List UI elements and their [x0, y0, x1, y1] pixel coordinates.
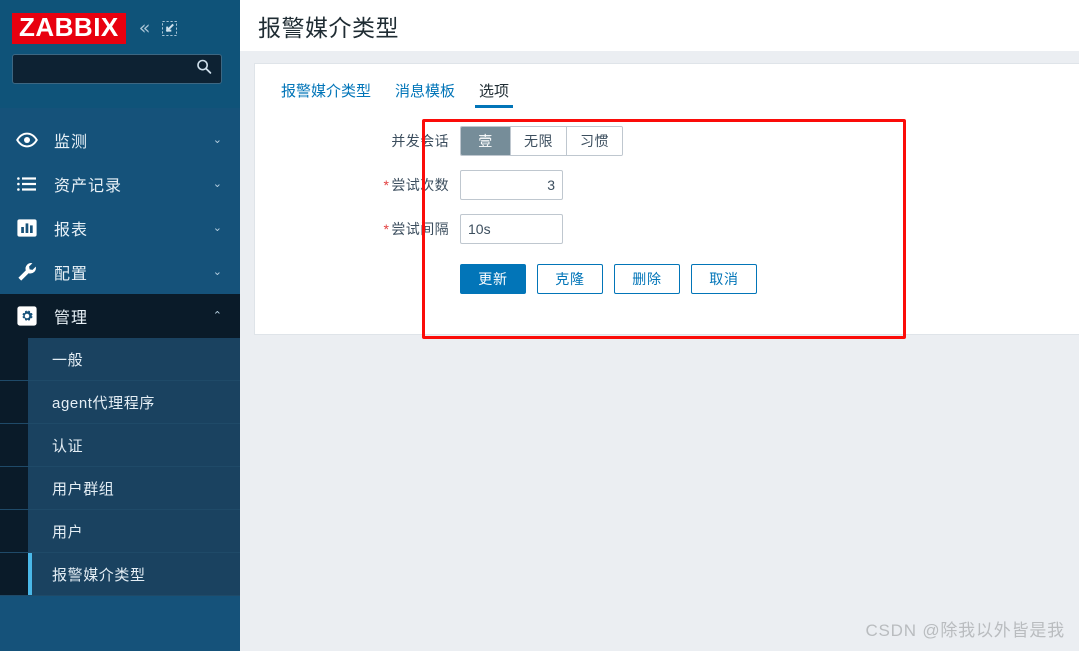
search-box[interactable] [12, 54, 222, 84]
seg-option-custom[interactable]: 习惯 [567, 127, 622, 155]
chevron-down-icon[interactable]: ⌄ [213, 178, 222, 190]
watermark: CSDN @除我以外皆是我 [865, 621, 1065, 640]
required-asterisk: * [383, 177, 390, 193]
sidebar-item-inventory[interactable]: 资产记录 ⌄ [0, 162, 240, 206]
sidebar-subitem-label: agent代理程序 [52, 394, 155, 412]
content-area: 报警媒介类型 消息模板 选项 并发会话 壹 无限 习惯 * 尝试次数 3 * 尝… [240, 52, 1079, 335]
concurrent-sessions-segmented-control[interactable]: 壹 无限 习惯 [460, 126, 623, 156]
sidebar-item-monitoring[interactable]: 监测 ⌄ [0, 118, 240, 162]
attempts-input[interactable] [460, 170, 563, 200]
sidebar-subitem-media-types[interactable]: 报警媒介类型 [0, 553, 240, 596]
sidebar-item-administration[interactable]: 管理 ⌃ [0, 294, 240, 338]
chart-icon [14, 215, 40, 241]
app-root: ZABBIX « 监测 ⌄ 资产记录 ⌄ 报表 ⌄ 配置 ⌄ 管理 ⌃ 一般 a… [0, 0, 1079, 651]
sidebar-item-label: 配置 [54, 266, 89, 283]
sidebar-nav: 监测 ⌄ 资产记录 ⌄ 报表 ⌄ 配置 ⌄ 管理 ⌃ 一般 agent代理程序 … [0, 108, 240, 596]
attempts-label: * 尝试次数 [255, 175, 460, 195]
sidebar-subitem-label: 用户 [52, 523, 84, 541]
search-wrap [0, 48, 240, 84]
sidebar-item-reports[interactable]: 报表 ⌄ [0, 206, 240, 250]
tab-media-type[interactable]: 报警媒介类型 [269, 84, 383, 108]
sidebar-item-label: 监测 [54, 134, 89, 151]
media-type-card: 报警媒介类型 消息模板 选项 并发会话 壹 无限 习惯 * 尝试次数 3 * 尝… [254, 63, 1079, 335]
sidebar-item-configuration[interactable]: 配置 ⌄ [0, 250, 240, 294]
attempt-interval-input[interactable] [460, 214, 563, 244]
page-header: 报警媒介类型 [240, 0, 1079, 52]
tab-message-templates[interactable]: 消息模板 [383, 84, 467, 108]
sidebar-submenu-administration: 一般 agent代理程序 认证 用户群组 用户 报警媒介类型 [0, 338, 240, 596]
sidebar-item-label: 资产记录 [54, 178, 123, 195]
attempts-label-text: 尝试次数 [391, 177, 449, 193]
logo-row: ZABBIX « [0, 0, 240, 48]
wrench-icon [14, 259, 40, 285]
compact-view-icon[interactable] [162, 21, 178, 36]
sidebar: ZABBIX « 监测 ⌄ 资产记录 ⌄ 报表 ⌄ 配置 ⌄ 管理 ⌃ 一般 a… [0, 0, 240, 651]
page-title: 报警媒介类型 [258, 14, 399, 41]
eye-icon [14, 127, 40, 153]
sidebar-item-label: 管理 [54, 310, 89, 327]
zabbix-logo[interactable]: ZABBIX [12, 12, 126, 45]
clone-button[interactable]: 克隆 [537, 264, 603, 294]
sidebar-subitem-label: 认证 [52, 437, 84, 455]
seg-option-unlimited[interactable]: 无限 [511, 127, 567, 155]
tab-options[interactable]: 选项 [467, 84, 521, 108]
form-row-attempt-interval: * 尝试间隔 [255, 214, 1079, 244]
sidebar-subitem-label: 报警媒介类型 [52, 566, 146, 584]
sidebar-subitem-label: 用户群组 [52, 480, 115, 498]
sidebar-header-icons: « [139, 19, 178, 38]
required-asterisk: * [383, 221, 390, 237]
sidebar-subitem-user-groups[interactable]: 用户群组 [0, 467, 240, 510]
search-input[interactable] [13, 55, 221, 83]
gear-icon [14, 303, 40, 329]
sidebar-subitem-users[interactable]: 用户 [0, 510, 240, 553]
form-row-concurrent-sessions: 并发会话 壹 无限 习惯 [255, 126, 1079, 156]
options-form: 并发会话 壹 无限 习惯 * 尝试次数 3 * 尝试间隔 10s 更新 克隆 删… [255, 108, 1079, 294]
chevron-double-left-icon[interactable]: « [139, 19, 151, 38]
tab-bar: 报警媒介类型 消息模板 选项 [255, 64, 1079, 108]
form-row-attempts: * 尝试次数 [255, 170, 1079, 200]
seg-option-one[interactable]: 壹 [461, 127, 511, 155]
chevron-down-icon[interactable]: ⌄ [213, 134, 222, 146]
update-button[interactable]: 更新 [460, 264, 526, 294]
sidebar-item-label: 报表 [54, 222, 89, 239]
sidebar-header: ZABBIX « [0, 0, 240, 108]
chevron-down-icon[interactable]: ⌄ [213, 266, 222, 278]
attempt-interval-label: * 尝试间隔 [255, 219, 460, 239]
delete-button[interactable]: 删除 [614, 264, 680, 294]
sidebar-subitem-proxies[interactable]: agent代理程序 [0, 381, 240, 424]
main-content: 报警媒介类型 报警媒介类型 消息模板 选项 并发会话 壹 无限 习惯 * 尝试次… [240, 0, 1079, 651]
list-icon [14, 171, 40, 197]
chevron-down-icon[interactable]: ⌄ [213, 222, 222, 234]
sidebar-subitem-label: 一般 [52, 351, 84, 369]
concurrent-sessions-label: 并发会话 [391, 133, 449, 149]
sidebar-subitem-general[interactable]: 一般 [0, 338, 240, 381]
form-action-buttons: 更新 克隆 删除 取消 [255, 264, 1079, 294]
chevron-up-icon[interactable]: ⌃ [213, 310, 222, 322]
cancel-button[interactable]: 取消 [691, 264, 757, 294]
attempt-interval-label-text: 尝试间隔 [391, 221, 449, 237]
sidebar-subitem-authentication[interactable]: 认证 [0, 424, 240, 467]
